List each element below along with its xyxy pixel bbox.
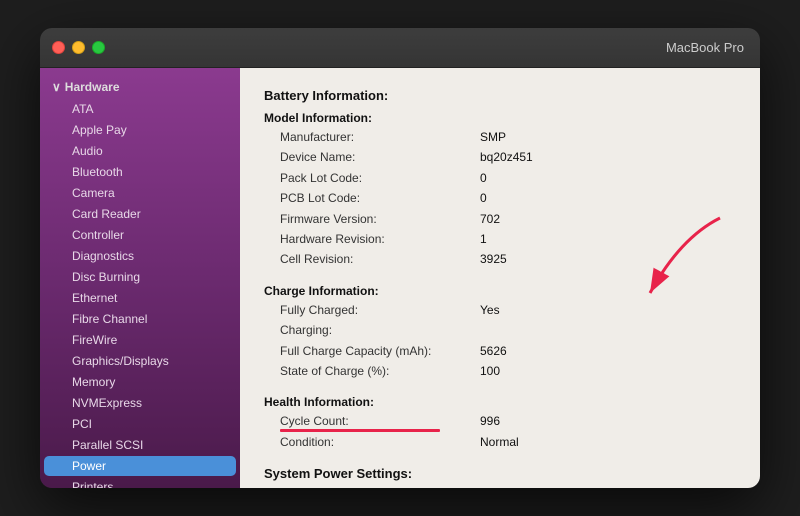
hardware-rev-value: 1 (480, 229, 487, 249)
state-charge-value: 100 (480, 361, 500, 381)
sidebar-item-parallelscsi[interactable]: Parallel SCSI (44, 435, 236, 455)
firmware-value: 702 (480, 209, 500, 229)
fully-charged-row: Fully Charged: Yes (280, 300, 736, 320)
cycle-count-row: Cycle Count: 996 (280, 411, 736, 431)
hardware-rev-row: Hardware Revision: 1 (280, 229, 736, 249)
model-info-group: Model Information: Manufacturer: SMP Dev… (264, 111, 736, 270)
pcb-lot-label: PCB Lot Code: (280, 188, 480, 208)
chevron-icon: ∨ (52, 80, 61, 94)
condition-label: Condition: (280, 432, 480, 452)
full-charge-row: Full Charge Capacity (mAh): 5626 (280, 341, 736, 361)
main-window: MacBook Pro ∨ Hardware ATA Apple Pay Aud… (40, 28, 760, 488)
cell-rev-row: Cell Revision: 3925 (280, 249, 736, 269)
charging-label: Charging: (280, 320, 480, 340)
pack-lot-value: 0 (480, 168, 487, 188)
full-charge-label: Full Charge Capacity (mAh): (280, 341, 480, 361)
sidebar-item-controller[interactable]: Controller (44, 225, 236, 245)
cycle-count-value: 996 (480, 411, 500, 431)
sidebar-item-cardreader[interactable]: Card Reader (44, 204, 236, 224)
charge-info-group: Charge Information: Fully Charged: Yes C… (264, 284, 736, 382)
sidebar-item-pci[interactable]: PCI (44, 414, 236, 434)
system-power-title: System Power Settings: (264, 466, 736, 481)
charge-info-label: Charge Information: (264, 284, 736, 298)
sidebar-item-nvmexpress[interactable]: NVMExpress (44, 393, 236, 413)
sidebar-item-applepay[interactable]: Apple Pay (44, 120, 236, 140)
state-charge-label: State of Charge (%): (280, 361, 480, 381)
traffic-lights (52, 41, 105, 54)
health-info-group: Health Information: Cycle Count: 996 Con… (264, 395, 736, 452)
fully-charged-label: Fully Charged: (280, 300, 480, 320)
sidebar-item-memory[interactable]: Memory (44, 372, 236, 392)
sidebar-item-ata[interactable]: ATA (44, 99, 236, 119)
fully-charged-value: Yes (480, 300, 500, 320)
cycle-count-highlight (280, 429, 440, 432)
pack-lot-row: Pack Lot Code: 0 (280, 168, 736, 188)
pcb-lot-row: PCB Lot Code: 0 (280, 188, 736, 208)
maximize-button[interactable] (92, 41, 105, 54)
sidebar-item-camera[interactable]: Camera (44, 183, 236, 203)
titlebar: MacBook Pro (40, 28, 760, 68)
pcb-lot-value: 0 (480, 188, 487, 208)
close-button[interactable] (52, 41, 65, 54)
health-info-label: Health Information: (264, 395, 736, 409)
charging-row: Charging: (280, 320, 736, 340)
health-info-details: Cycle Count: 996 Condition: Normal (264, 411, 736, 452)
manufacturer-row: Manufacturer: SMP (280, 127, 736, 147)
device-name-row: Device Name: bq20z451 (280, 147, 736, 167)
state-charge-row: State of Charge (%): 100 (280, 361, 736, 381)
firmware-label: Firmware Version: (280, 209, 480, 229)
model-info-details: Manufacturer: SMP Device Name: bq20z451 … (264, 127, 736, 270)
manufacturer-value: SMP (480, 127, 506, 147)
cell-rev-value: 3925 (480, 249, 507, 269)
sidebar-item-bluetooth[interactable]: Bluetooth (44, 162, 236, 182)
sidebar-item-power[interactable]: Power (44, 456, 236, 476)
device-name-value: bq20z451 (480, 147, 533, 167)
manufacturer-label: Manufacturer: (280, 127, 480, 147)
full-charge-value: 5626 (480, 341, 507, 361)
model-info-label: Model Information: (264, 111, 736, 125)
sidebar-item-fibrechannel[interactable]: Fibre Channel (44, 309, 236, 329)
sidebar: ∨ Hardware ATA Apple Pay Audio Bluetooth… (40, 68, 240, 488)
sidebar-item-diagnostics[interactable]: Diagnostics (44, 246, 236, 266)
sidebar-item-firewire[interactable]: FireWire (44, 330, 236, 350)
content-area: ∨ Hardware ATA Apple Pay Audio Bluetooth… (40, 68, 760, 488)
cell-rev-label: Cell Revision: (280, 249, 480, 269)
sidebar-section-hardware[interactable]: ∨ Hardware (40, 76, 240, 98)
sidebar-item-printers[interactable]: Printers (44, 477, 236, 488)
sidebar-item-audio[interactable]: Audio (44, 141, 236, 161)
minimize-button[interactable] (72, 41, 85, 54)
condition-row: Condition: Normal (280, 432, 736, 452)
battery-info-title: Battery Information: (264, 88, 736, 103)
sidebar-item-graphicsdisplays[interactable]: Graphics/Displays (44, 351, 236, 371)
sidebar-section-label: Hardware (65, 80, 120, 94)
sidebar-item-ethernet[interactable]: Ethernet (44, 288, 236, 308)
sidebar-item-discburning[interactable]: Disc Burning (44, 267, 236, 287)
main-content: Battery Information: Model Information: … (240, 68, 760, 488)
condition-value: Normal (480, 432, 519, 452)
device-name-label: Device Name: (280, 147, 480, 167)
firmware-row: Firmware Version: 702 (280, 209, 736, 229)
charge-info-details: Fully Charged: Yes Charging: Full Charge… (264, 300, 736, 382)
pack-lot-label: Pack Lot Code: (280, 168, 480, 188)
hardware-rev-label: Hardware Revision: (280, 229, 480, 249)
window-title: MacBook Pro (666, 40, 744, 55)
